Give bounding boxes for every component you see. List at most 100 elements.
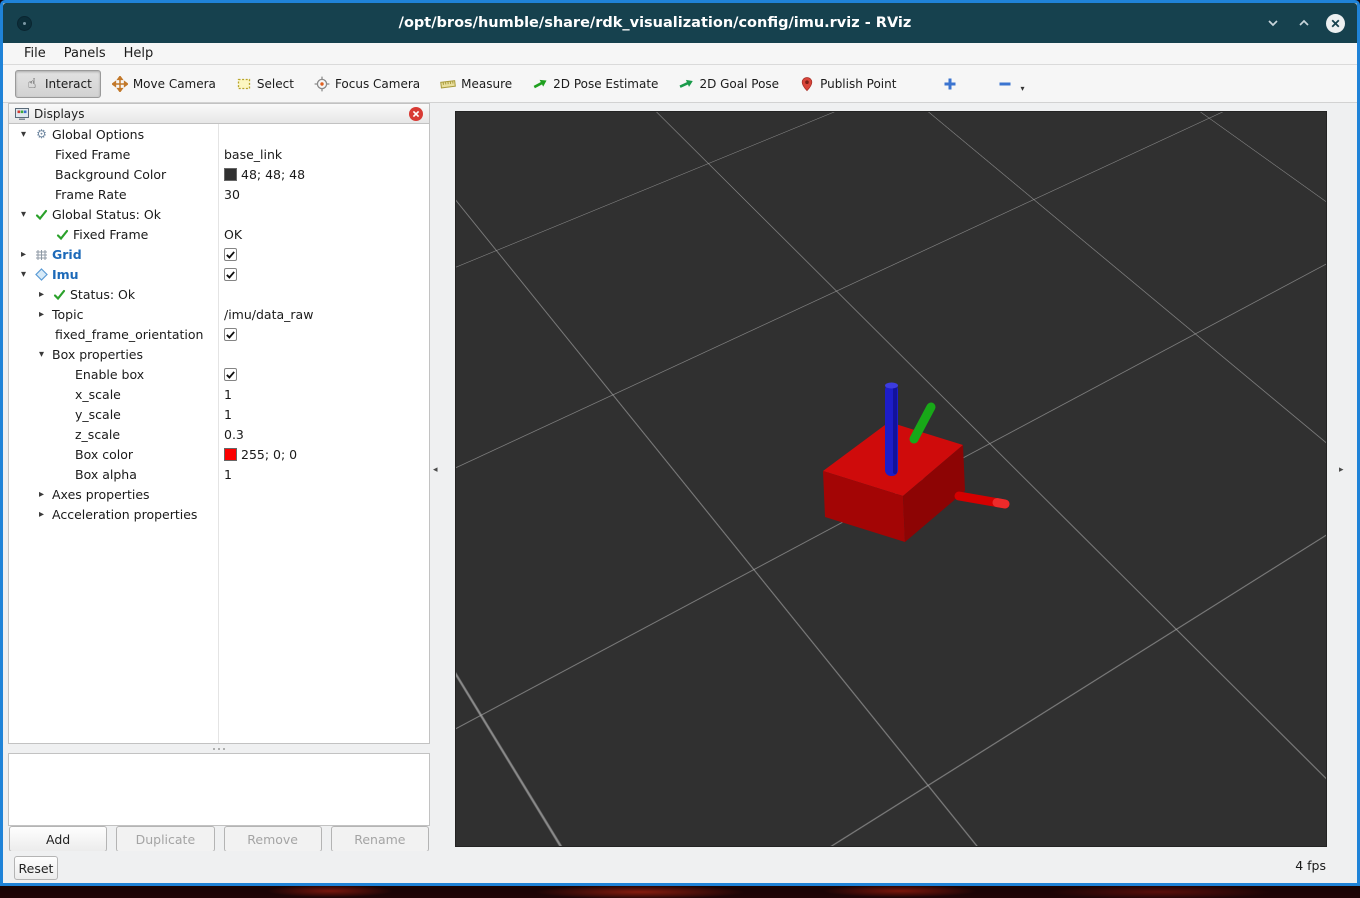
checkbox[interactable] xyxy=(224,328,237,341)
displays-panel-close-button[interactable] xyxy=(409,107,423,121)
property-value[interactable]: 1 xyxy=(219,467,232,482)
color-swatch[interactable] xyxy=(224,448,237,461)
status-ok-icon xyxy=(52,288,67,301)
add-button[interactable]: Add xyxy=(9,826,107,852)
checkbox[interactable] xyxy=(224,268,237,281)
tool-2d-goal-pose[interactable]: 2D Goal Pose xyxy=(669,70,788,98)
property-label: Imu xyxy=(52,267,79,282)
tool-focus-camera[interactable]: Focus Camera xyxy=(305,70,429,98)
tree-row[interactable]: ▾⚙Global Options xyxy=(9,124,429,144)
status-bar: Reset 4 fps xyxy=(3,851,1357,883)
collapse-arrow-icon[interactable]: ▾ xyxy=(39,349,52,360)
displays-button-row: Add Duplicate Remove Rename xyxy=(8,826,430,852)
checkbox[interactable] xyxy=(224,248,237,261)
tree-row[interactable]: z_scale0.3 xyxy=(9,424,429,444)
remove-button[interactable]: Remove xyxy=(224,826,322,852)
displays-panel-header[interactable]: Displays xyxy=(8,103,430,124)
3d-viewport[interactable] xyxy=(455,111,1327,847)
property-label: Box alpha xyxy=(75,467,137,482)
property-value[interactable]: OK xyxy=(219,227,242,242)
property-label: Grid xyxy=(52,247,82,262)
collapse-arrow-icon[interactable]: ▾ xyxy=(21,269,34,280)
duplicate-button[interactable]: Duplicate xyxy=(116,826,214,852)
tool-select[interactable]: Select xyxy=(227,70,303,98)
property-label: Fixed Frame xyxy=(55,147,130,162)
property-value[interactable]: 255; 0; 0 xyxy=(219,447,297,462)
property-value[interactable]: base_link xyxy=(219,147,282,162)
collapse-right-button[interactable]: ▸ xyxy=(1339,465,1344,475)
tree-row[interactable]: Fixed Frame OK xyxy=(9,224,429,244)
remove-tool-button[interactable]: ▾ xyxy=(988,70,1038,98)
reset-button[interactable]: Reset xyxy=(14,856,58,880)
property-value[interactable]: 1 xyxy=(219,387,232,402)
add-tool-button[interactable] xyxy=(933,70,972,98)
tool-publish-point[interactable]: Publish Point xyxy=(790,70,905,98)
tree-row[interactable]: fixed_frame_orientation xyxy=(9,324,429,344)
window-title: /opt/bros/humble/share/rdk_visualization… xyxy=(63,3,1247,43)
tool-measure[interactable]: Measure xyxy=(431,70,521,98)
property-value[interactable] xyxy=(219,268,237,281)
property-value[interactable]: 30 xyxy=(219,187,240,202)
menu-item-help[interactable]: Help xyxy=(115,44,163,63)
property-label: Global Options xyxy=(52,127,144,142)
collapse-arrow-icon[interactable]: ▾ xyxy=(21,209,34,220)
collapse-arrow-icon[interactable]: ▾ xyxy=(21,129,34,140)
tree-row[interactable]: ▸ Grid xyxy=(9,244,429,264)
tree-row[interactable]: Background Color48; 48; 48 xyxy=(9,164,429,184)
window-menu-button[interactable] xyxy=(17,16,32,31)
tree-row[interactable]: ▾ Global Status: Ok xyxy=(9,204,429,224)
title-bar[interactable]: /opt/bros/humble/share/rdk_visualization… xyxy=(3,3,1357,43)
close-button[interactable] xyxy=(1326,14,1345,33)
collapse-left-button[interactable]: ◂ xyxy=(433,465,438,475)
tree-row[interactable]: Enable box xyxy=(9,364,429,384)
expand-arrow-icon[interactable]: ▸ xyxy=(21,249,34,260)
expand-arrow-icon[interactable]: ▸ xyxy=(39,489,52,500)
move-camera-icon xyxy=(112,76,128,92)
tree-row[interactable]: Fixed Frame base_link xyxy=(9,144,429,164)
property-value[interactable] xyxy=(219,248,237,261)
property-label: Global Status: Ok xyxy=(52,207,161,222)
checkbox[interactable] xyxy=(224,368,237,381)
tool-label: Select xyxy=(257,77,294,91)
displays-panel: Displays ▾⚙Global Options Fixed Frame base… xyxy=(8,103,430,852)
tree-row[interactable]: Box alpha 1 xyxy=(9,464,429,484)
tree-row[interactable]: ▾Box properties xyxy=(9,344,429,364)
property-value[interactable]: 1 xyxy=(219,407,232,422)
displays-tree[interactable]: ▾⚙Global Options Fixed Frame base_link Back… xyxy=(8,124,430,744)
tool-label: Measure xyxy=(461,77,512,91)
tree-row[interactable]: Box color255; 0; 0 xyxy=(9,444,429,464)
dropdown-caret-icon[interactable]: ▾ xyxy=(1020,84,1024,93)
expand-arrow-icon[interactable]: ▸ xyxy=(39,309,52,320)
value-text: 0.3 xyxy=(224,427,244,442)
tool-move-camera[interactable]: Move Camera xyxy=(103,70,225,98)
tree-row[interactable]: y_scale1 xyxy=(9,404,429,424)
property-value[interactable]: 0.3 xyxy=(219,427,244,442)
menu-item-panels[interactable]: Panels xyxy=(55,44,115,63)
description-box xyxy=(8,753,430,826)
tree-row[interactable]: ▾ Imu xyxy=(9,264,429,284)
panel-splitter-handle[interactable] xyxy=(8,744,430,753)
color-swatch[interactable] xyxy=(224,168,237,181)
tree-row[interactable]: ▸Acceleration properties xyxy=(9,504,429,524)
maximize-button[interactable] xyxy=(1295,14,1313,32)
property-value[interactable]: 48; 48; 48 xyxy=(219,167,305,182)
chevron-up-icon xyxy=(1298,17,1310,29)
expand-arrow-icon[interactable]: ▸ xyxy=(39,289,52,300)
property-value[interactable] xyxy=(219,368,237,381)
property-value[interactable] xyxy=(219,328,237,341)
tree-row[interactable]: ▸Status: Ok xyxy=(9,284,429,304)
tree-row[interactable]: ▸Axes properties xyxy=(9,484,429,504)
tree-row[interactable]: ▸Topic/imu/data_raw xyxy=(9,304,429,324)
tool-interact[interactable]: ☝ Interact xyxy=(15,70,101,98)
tool-2d-pose-estimate[interactable]: 2D Pose Estimate xyxy=(523,70,667,98)
minimize-button[interactable] xyxy=(1264,14,1282,32)
property-label: Fixed Frame xyxy=(73,227,148,242)
tree-row[interactable]: Frame Rate30 xyxy=(9,184,429,204)
property-label: fixed_frame_orientation xyxy=(55,327,203,342)
property-value[interactable]: /imu/data_raw xyxy=(219,307,313,322)
tree-row[interactable]: x_scale1 xyxy=(9,384,429,404)
menu-item-file[interactable]: File xyxy=(15,44,55,63)
imu-model xyxy=(456,112,1327,847)
rename-button[interactable]: Rename xyxy=(331,826,429,852)
expand-arrow-icon[interactable]: ▸ xyxy=(39,509,52,520)
